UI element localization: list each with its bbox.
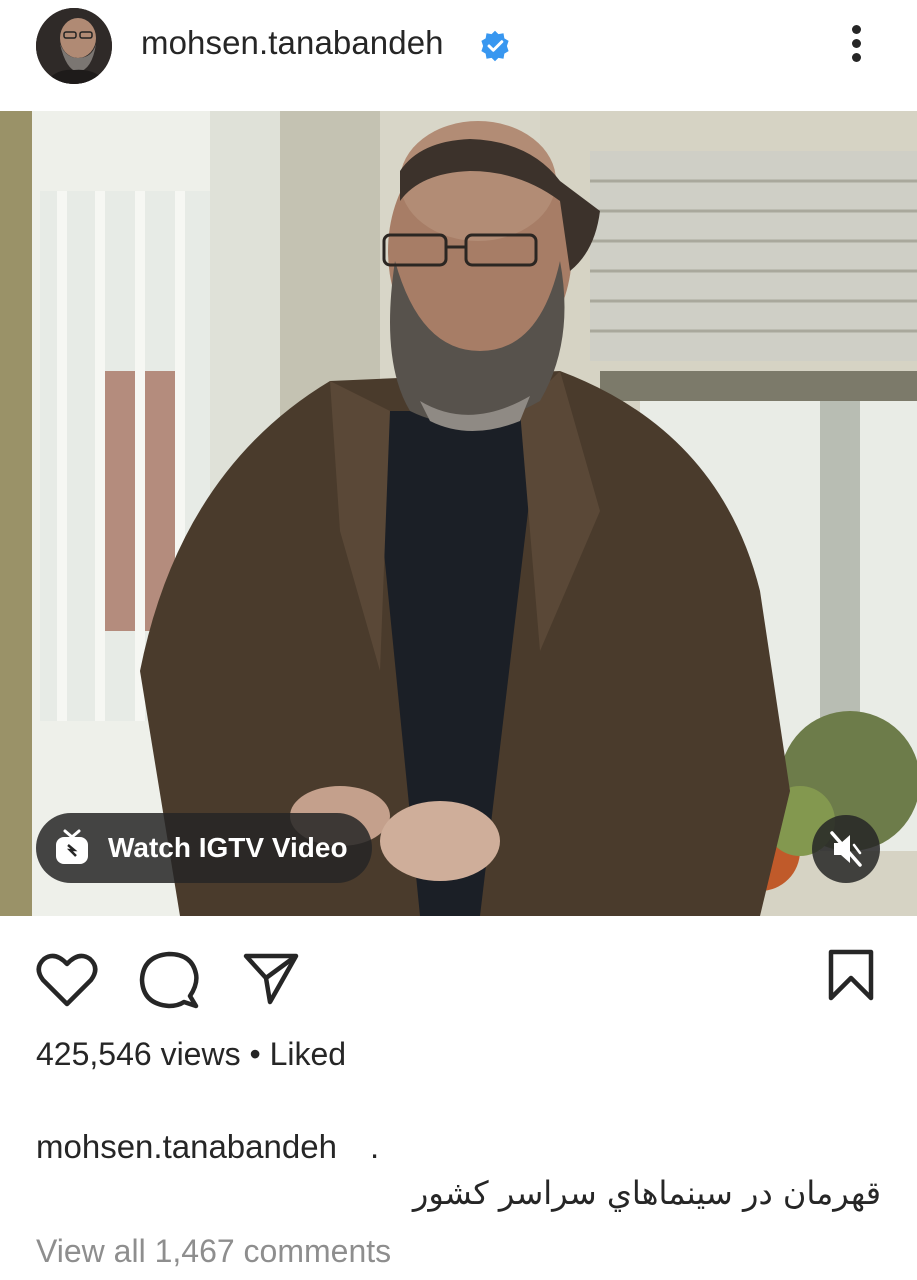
avatar[interactable] <box>36 8 112 84</box>
caption-username[interactable]: mohsen.tanabandeh <box>36 1128 337 1166</box>
mute-button[interactable] <box>812 815 880 883</box>
igtv-icon <box>56 829 88 864</box>
caption-text: قهرمان در سينماهاي سراسر کشور <box>412 1174 881 1212</box>
watch-igtv-label: Watch IGTV Video <box>108 832 348 863</box>
view-all-comments-link[interactable]: View all 1,467 comments <box>36 1233 391 1270</box>
bookmark-icon[interactable] <box>826 948 876 1002</box>
watch-igtv-button[interactable]: Watch IGTV Video <box>36 813 372 883</box>
video-frame <box>0 111 917 916</box>
more-vertical-icon[interactable] <box>838 20 874 70</box>
username[interactable]: mohsen.tanabandeh <box>141 24 444 62</box>
video-player[interactable]: Watch IGTV Video <box>0 111 917 916</box>
views-count: 425,546 views • Liked <box>36 1036 347 1072</box>
caption-dot: . <box>370 1128 380 1165</box>
verified-badge-icon <box>481 30 509 62</box>
action-bar <box>0 916 917 1026</box>
comment-icon[interactable] <box>138 950 200 1010</box>
heart-icon[interactable] <box>36 952 98 1008</box>
post-header: mohsen.tanabandeh <box>0 0 917 110</box>
send-icon[interactable] <box>242 950 300 1006</box>
muted-speaker-icon <box>830 831 862 867</box>
